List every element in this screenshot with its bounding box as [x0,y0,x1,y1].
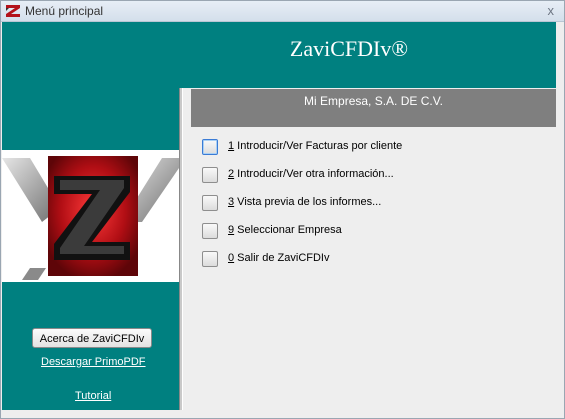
app-name: ZaviCFDIv® [289,36,409,61]
panel-divider[interactable] [179,88,183,410]
company-bar: Mi Empresa, S.A. DE C.V. [191,89,556,127]
menu-item-label: 3 Vista previa de los informes... [228,196,381,208]
menu-checkbox[interactable] [202,195,218,211]
z-logo-icon [6,5,20,17]
menu-text: Vista previa de los informes... [234,196,382,208]
window-bottom-edge [2,410,564,418]
menu-item-label: 1 Introducir/Ver Facturas por cliente [228,140,402,152]
close-button[interactable]: x [548,3,555,18]
menu-text: Seleccionar Empresa [234,224,342,236]
menu-item-label: 0 Salir de ZaviCFDIv [228,252,329,264]
left-panel: Acerca de ZaviCFDIv Descargar PrimoPDF T… [2,88,179,410]
download-primopdf-link[interactable]: Descargar PrimoPDF [41,356,146,368]
menu-checkbox[interactable] [202,251,218,267]
zavi-logo [2,150,179,282]
menu-checkbox[interactable] [202,167,218,183]
menu-checkbox[interactable] [202,223,218,239]
company-name: Mi Empresa, S.A. DE C.V. [304,94,443,108]
zavi-z-logo [2,150,179,282]
menu-text: Salir de ZaviCFDIv [234,252,330,264]
window-title: Menú principal [25,4,104,18]
menu-checkbox[interactable] [202,139,218,155]
header-band: ZaviCFDIv® [2,22,556,88]
main-menu-window: Menú principal x ZaviCFDIv® Acerca de Za… [0,0,565,419]
title-bar: Menú principal x [1,1,564,22]
menu-item-label: 9 Seleccionar Empresa [228,224,342,236]
menu-item-label: 2 Introducir/Ver otra información... [228,168,394,180]
tutorial-link[interactable]: Tutorial [75,390,111,402]
menu-text: Introducir/Ver otra información... [234,168,394,180]
menu-text: Introducir/Ver Facturas por cliente [234,140,403,152]
about-button[interactable]: Acerca de ZaviCFDIv [32,328,152,348]
